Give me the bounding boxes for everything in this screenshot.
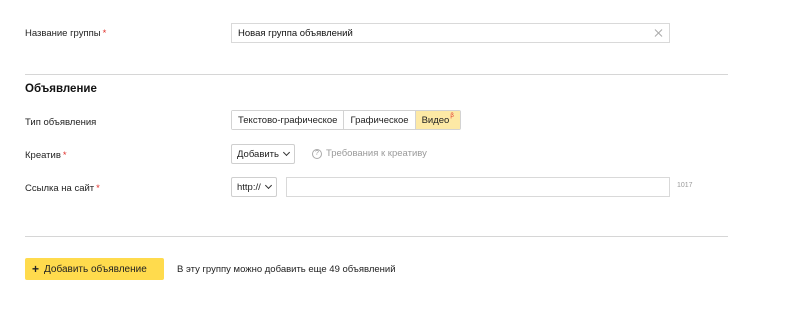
group-name-input[interactable]: Новая группа объявлений	[231, 23, 670, 43]
ad-type-text-graphic[interactable]: Текстово-графическое	[232, 111, 345, 129]
ad-group-form: Название группы * Новая группа объявлений…	[0, 0, 792, 320]
divider-bottom	[25, 236, 728, 237]
creative-label-text: Креатив	[25, 150, 61, 161]
ad-type-graphic[interactable]: Графическое	[344, 111, 416, 129]
url-label-text: Ссылка на сайт	[25, 183, 95, 194]
add-ad-button[interactable]: + Добавить объявление	[25, 258, 164, 280]
section-title: Объявление	[25, 83, 97, 95]
chevron-down-icon	[264, 181, 272, 190]
required-mark: *	[96, 183, 100, 194]
creative-requirements-text: Требования к креативу	[326, 148, 427, 159]
creative-requirements-link[interactable]: ? Требования к креативу	[312, 148, 427, 159]
group-name-label-text: Название группы	[25, 28, 101, 39]
add-creative-button[interactable]: Добавить	[231, 144, 295, 164]
ad-type-video[interactable]: Видео β	[415, 111, 460, 129]
ad-type-label: Тип объявления	[25, 117, 97, 128]
add-creative-label: Добавить	[237, 148, 279, 160]
ads-limit-hint: В эту группу можно добавить еще 49 объяв…	[177, 264, 396, 275]
clear-icon[interactable]	[653, 28, 663, 38]
add-ad-label: Добавить объявление	[44, 263, 147, 275]
char-counter: 1017	[677, 182, 693, 189]
group-name-value: Новая группа объявлений	[238, 27, 353, 39]
protocol-select[interactable]: http://	[231, 177, 277, 197]
ad-type-text-graphic-label: Текстово-графическое	[238, 114, 338, 126]
ad-type-switch: Текстово-графическое Графическое Видео β	[231, 110, 461, 130]
divider-top	[25, 74, 728, 75]
required-mark: *	[102, 28, 107, 39]
ad-type-graphic-label: Графическое	[350, 114, 409, 126]
question-icon: ?	[312, 148, 322, 159]
url-input[interactable]	[286, 177, 670, 197]
group-name-label: Название группы *	[25, 28, 106, 39]
ad-type-video-label: Видео	[421, 114, 450, 126]
chevron-down-icon	[282, 148, 291, 157]
plus-icon: +	[32, 262, 40, 276]
url-label: Ссылка на сайт *	[25, 183, 100, 194]
required-mark: *	[62, 150, 67, 161]
creative-label: Креатив *	[25, 150, 67, 161]
beta-badge: β	[450, 113, 454, 119]
protocol-value: http://	[237, 181, 261, 193]
